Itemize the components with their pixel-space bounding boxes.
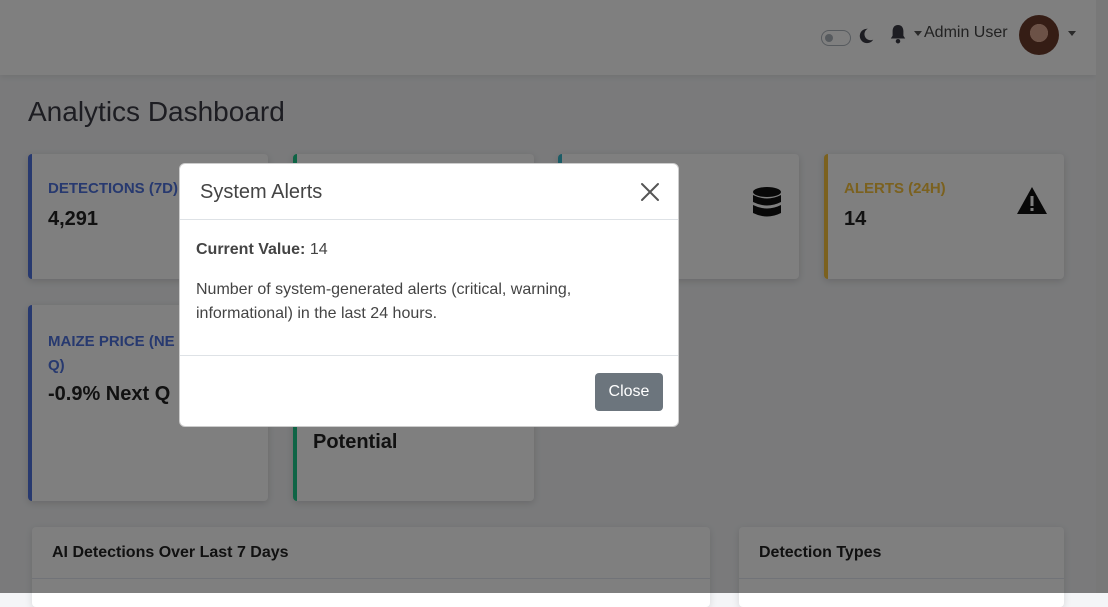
modal-divider xyxy=(180,355,678,356)
close-button[interactable]: Close xyxy=(595,373,663,411)
system-alerts-modal: System Alerts Current Value: 14 Number o… xyxy=(179,163,679,427)
modal-body: Current Value: 14 Number of system-gener… xyxy=(196,238,664,326)
current-value: 14 xyxy=(309,241,328,258)
modal-description: Number of system-generated alerts (criti… xyxy=(196,281,572,322)
close-icon[interactable] xyxy=(640,182,660,202)
current-value-row: Current Value: 14 xyxy=(196,238,664,262)
current-value-label: Current Value: xyxy=(196,241,306,258)
modal-divider xyxy=(180,219,678,220)
modal-title: System Alerts xyxy=(200,181,323,203)
